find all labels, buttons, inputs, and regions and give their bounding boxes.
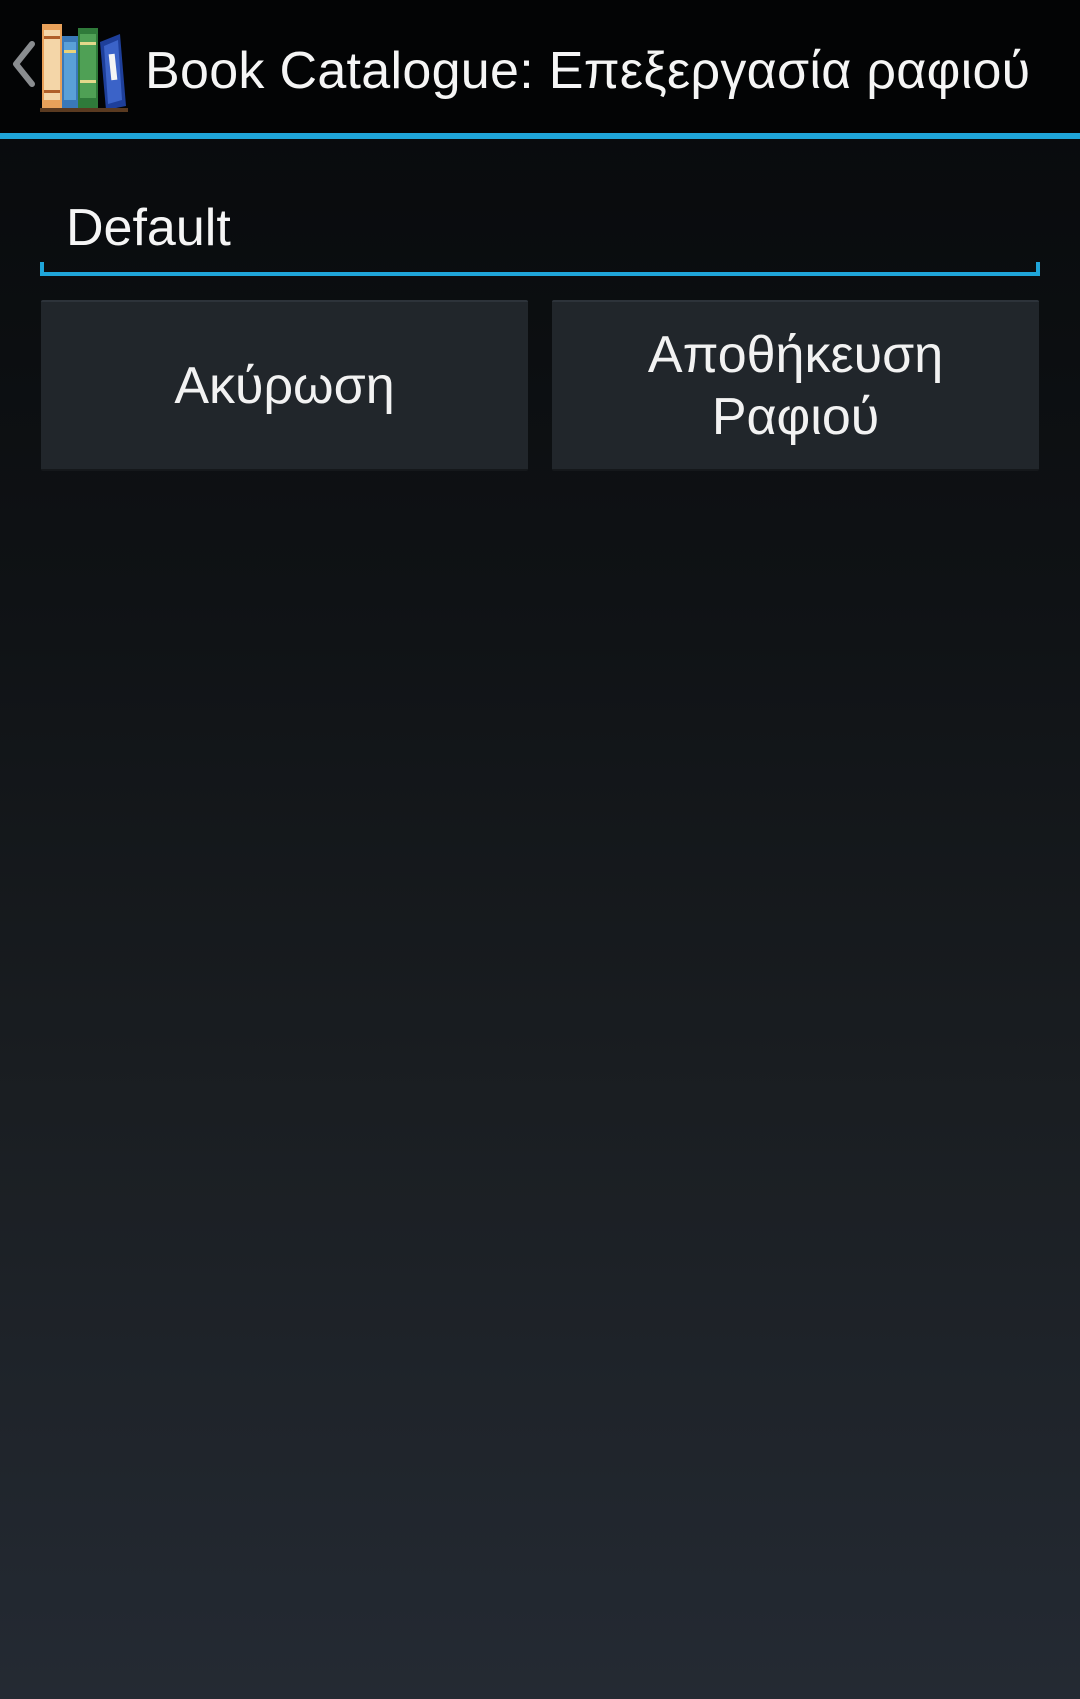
input-underline-tick-right bbox=[1036, 262, 1040, 276]
action-bar: Book Catalogue: Επεξεργασία ραφιού bbox=[0, 0, 1080, 133]
input-underline bbox=[40, 272, 1040, 276]
save-shelf-button[interactable]: Αποθήκευση Ραφιού bbox=[552, 300, 1039, 471]
books-icon[interactable] bbox=[40, 20, 128, 113]
shelf-name-field-container bbox=[40, 180, 1040, 280]
input-underline-tick-left bbox=[40, 262, 44, 276]
page-title: Book Catalogue: Επεξεργασία ραφιού bbox=[145, 42, 1031, 100]
chevron-left-icon[interactable] bbox=[8, 38, 38, 90]
cancel-button-label: Ακύρωση bbox=[174, 356, 395, 415]
cancel-button[interactable]: Ακύρωση bbox=[41, 300, 528, 471]
action-bar-divider bbox=[0, 133, 1080, 139]
shelf-name-input[interactable] bbox=[40, 180, 1040, 276]
save-shelf-button-label: Αποθήκευση Ραφιού bbox=[647, 325, 944, 446]
